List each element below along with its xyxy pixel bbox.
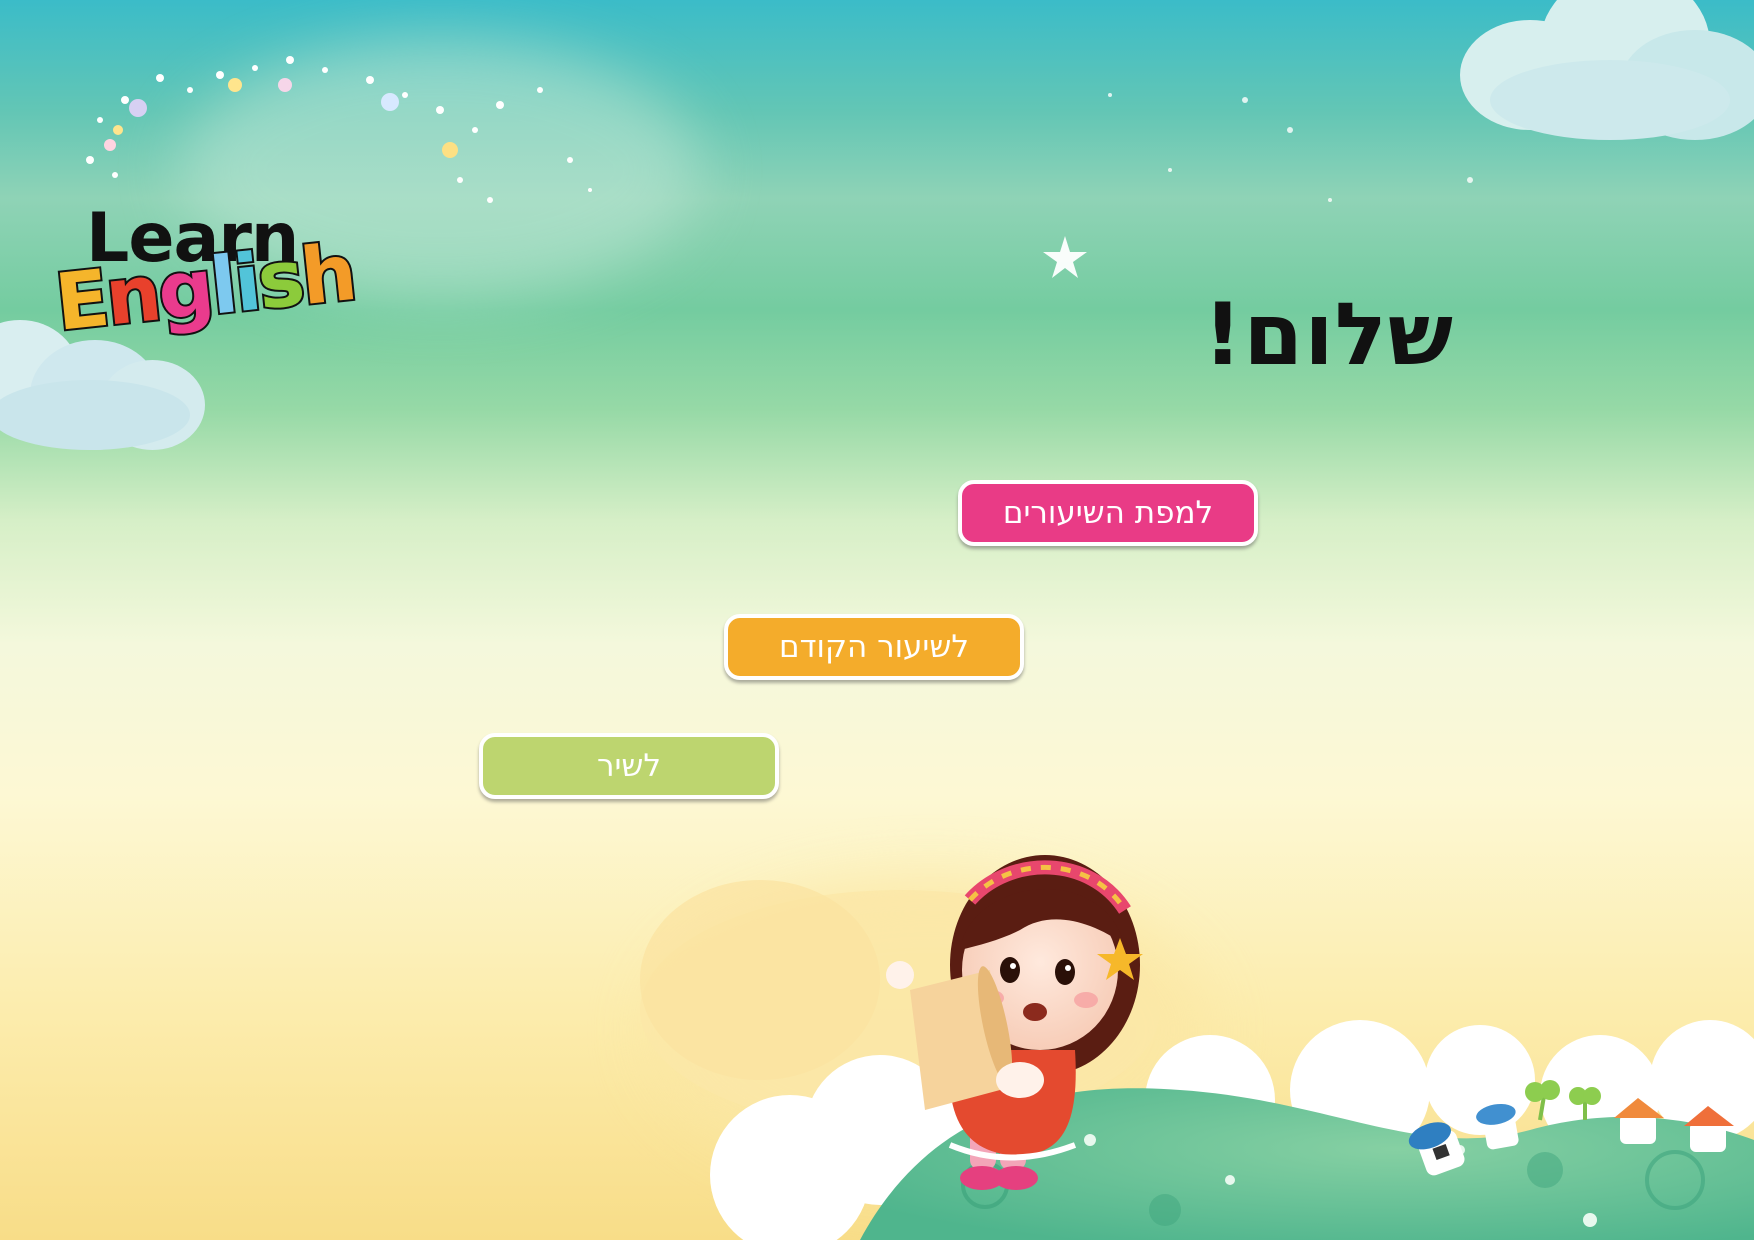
song-button-label: לשיר	[597, 748, 662, 784]
lessons-map-button[interactable]: למפת השיעורים	[958, 480, 1258, 546]
song-button[interactable]: לשיר	[479, 733, 779, 799]
previous-lesson-button-label: לשיעור הקודם	[779, 629, 969, 665]
previous-lesson-button[interactable]: לשיעור הקודם	[724, 614, 1024, 680]
greeting-title: שלום!	[1203, 285, 1454, 385]
butterfly-icons	[104, 78, 458, 158]
game-scene: Learn English שלום! למפת השיעורים לשיעור…	[0, 0, 1754, 1240]
learn-english-logo: Learn English	[48, 205, 388, 375]
lessons-map-button-label: למפת השיעורים	[1002, 495, 1214, 531]
